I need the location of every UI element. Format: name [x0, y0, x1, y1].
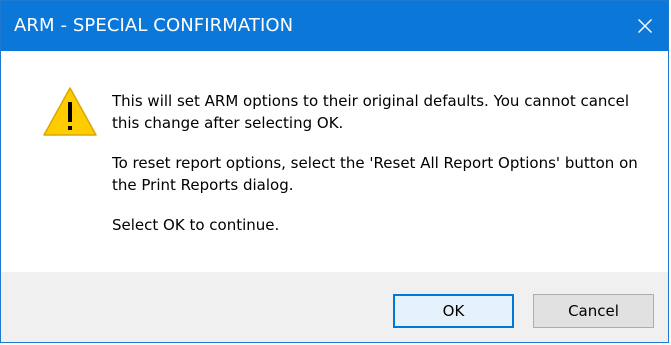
close-button[interactable] [622, 1, 668, 51]
button-bar: OK Cancel [1, 272, 668, 342]
window-title: ARM - SPECIAL CONFIRMATION [14, 15, 294, 36]
close-icon [638, 19, 652, 33]
message-paragraph: This will set ARM options to their origi… [112, 92, 630, 132]
warning-icon [43, 87, 97, 136]
message-paragraph: To reset report options, select the 'Res… [112, 154, 638, 194]
dialog-body: This will set ARM options to their origi… [1, 51, 668, 272]
message-text: This will set ARM options to their origi… [112, 90, 652, 254]
message-paragraph: Select OK to continue. [112, 216, 280, 234]
cancel-button[interactable]: Cancel [533, 294, 654, 328]
ok-button[interactable]: OK [393, 294, 514, 328]
confirmation-dialog: ARM - SPECIAL CONFIRMATION This will set… [0, 0, 669, 343]
title-bar[interactable]: ARM - SPECIAL CONFIRMATION [1, 1, 668, 51]
